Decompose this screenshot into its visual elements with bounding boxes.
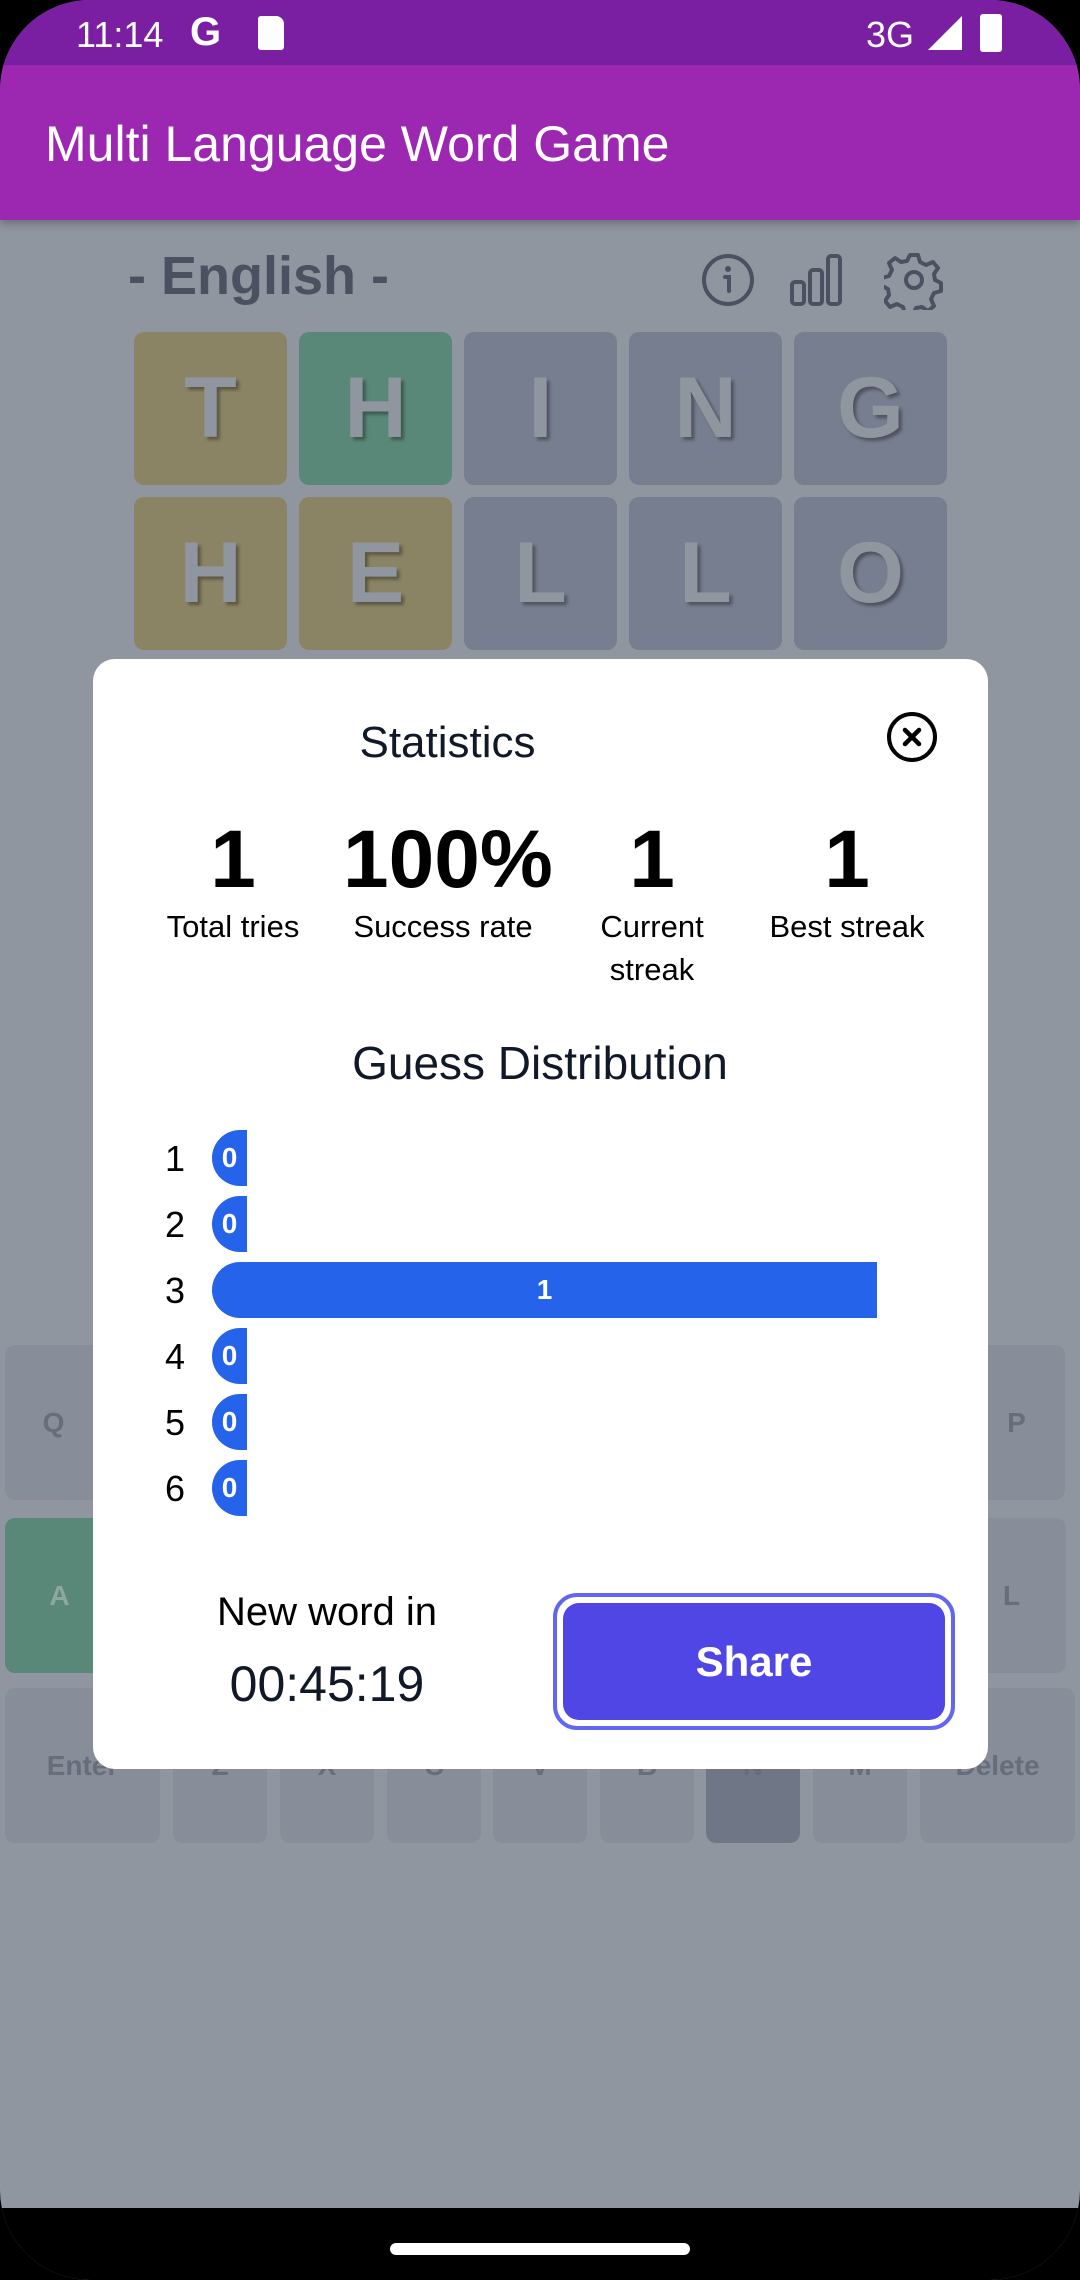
countdown: 00:45:19 [229,1656,425,1712]
new-word-label: New word in [216,1590,438,1634]
stat-value: 1 [629,814,675,905]
tile: N [629,332,782,485]
stat-label: Current streak [600,909,704,987]
share-label: Share [563,1603,945,1720]
tile: T [134,332,287,485]
distribution-bar: 0 [212,1460,247,1516]
stat-item: 1 Current streak [552,815,752,991]
guess-number: 1 [165,1138,186,1179]
language-label: - English - [128,246,389,306]
stat-value: 1 [210,814,256,905]
stat-item: 1 Best streak [747,815,947,948]
close-icon[interactable] [885,710,939,764]
stat-item: 100% Success rate [343,814,553,948]
distribution-bar: 0 [212,1328,247,1384]
tile: I [464,332,617,485]
distribution-bar: 0 [212,1196,247,1252]
distribution-row: 50 [165,1394,925,1450]
guess-number: 4 [165,1336,186,1377]
home-handle[interactable] [390,2243,690,2255]
stat-value: 100% [343,814,553,905]
distribution-row: 40 [165,1328,925,1384]
distribution-row: 60 [165,1460,925,1516]
tile: E [299,497,452,650]
modal-title: Statistics [359,718,536,767]
network-type: 3G [866,14,915,55]
guess-number: 5 [165,1402,186,1443]
distribution-bar: 0 [212,1130,247,1186]
tile: L [629,497,782,650]
tile: L [464,497,617,650]
info-icon[interactable] [698,250,758,310]
tile: O [794,497,947,650]
distribution-row: 10 [165,1130,925,1186]
distribution-row: 20 [165,1196,925,1252]
share-button[interactable]: Share [553,1593,955,1730]
distribution-title: Guess Distribution [352,1037,728,1089]
stat-label: Best streak [769,909,925,944]
sd-card-icon [258,16,284,50]
distribution-bar: 1 [212,1262,877,1318]
key-q[interactable]: Q [5,1345,102,1500]
stat-item: 1 Total tries [133,815,333,948]
stat-label: Total tries [166,909,300,944]
screen: 11:14 G 3G Multi Language Word Game - En… [0,0,1080,2280]
stat-value: 1 [824,814,870,905]
distribution-bar: 0 [212,1394,247,1450]
battery-icon [980,14,1002,52]
tile: H [134,497,287,650]
guess-number: 2 [165,1204,186,1245]
tile: G [794,332,947,485]
app-title: Multi Language Word Game [45,116,670,172]
google-icon: G [190,10,222,54]
guess-number: 6 [165,1468,186,1509]
status-bar: 11:14 G 3G [0,0,1080,65]
status-time: 11:14 [76,14,164,55]
distribution-row: 31 [165,1262,925,1318]
stat-label: Success rate [353,909,533,944]
gear-icon[interactable] [884,250,944,310]
signal-icon [928,16,962,50]
tile: H [299,332,452,485]
app-bar: Multi Language Word Game [0,65,1080,220]
stats-icon[interactable] [786,250,846,310]
guess-number: 3 [165,1270,186,1311]
